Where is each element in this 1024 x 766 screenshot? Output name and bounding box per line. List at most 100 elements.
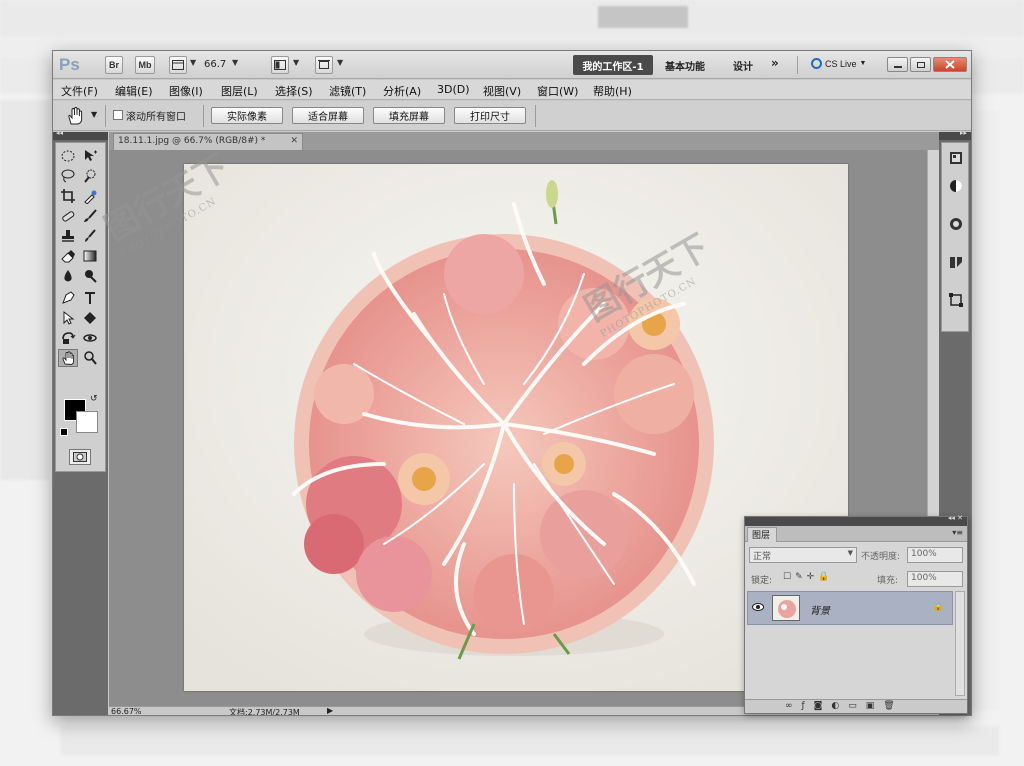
marquee-tool[interactable]	[58, 147, 78, 165]
crop-tool[interactable]	[58, 187, 78, 205]
navigator-panel-icon[interactable]	[947, 149, 965, 167]
zoom-level[interactable]: 66.7	[204, 59, 226, 70]
cs-live-icon	[811, 58, 822, 69]
chevron-down-icon[interactable]: ▼	[293, 58, 299, 67]
blur-icon	[64, 270, 72, 282]
menu-layer[interactable]: 图层(L)	[221, 83, 258, 99]
menu-image[interactable]: 图像(I)	[169, 83, 203, 99]
move-tool[interactable]	[80, 147, 100, 165]
masks-panel-icon[interactable]	[947, 215, 965, 233]
dodge-tool[interactable]	[80, 267, 100, 285]
workspace-active[interactable]: 我的工作区-1	[573, 55, 653, 75]
spot-healing-tool[interactable]	[58, 207, 78, 225]
quick-selection-tool[interactable]	[80, 167, 100, 185]
quick-mask-icon	[73, 452, 87, 462]
paths-panel-icon[interactable]	[947, 291, 965, 309]
status-zoom[interactable]: 66.67%	[111, 707, 142, 715]
tools-panel-header[interactable]: ◂◂	[53, 129, 108, 140]
chevron-down-icon[interactable]: ▼	[91, 110, 97, 119]
quick-selection-icon	[84, 169, 96, 183]
screen-mode-button[interactable]	[315, 56, 333, 74]
panel-menu-icon[interactable]: ▾≡	[952, 528, 963, 537]
blur-tool[interactable]	[58, 267, 78, 285]
path-selection-tool[interactable]	[58, 309, 78, 327]
background-color-swatch[interactable]	[76, 411, 98, 433]
fill-field[interactable]: 100%	[907, 571, 963, 587]
hand-icon	[62, 351, 75, 365]
pen-tool[interactable]	[58, 289, 78, 307]
arrange-documents-button[interactable]	[271, 56, 289, 74]
ghost-workspace	[598, 6, 688, 28]
type-tool[interactable]	[80, 289, 100, 307]
layer-name[interactable]: 背景	[810, 602, 830, 617]
3d-orbit-tool[interactable]	[80, 329, 100, 347]
channels-panel-icon[interactable]	[947, 253, 965, 271]
hand-tool[interactable]	[58, 349, 78, 367]
close-icon[interactable]: ✕	[290, 136, 298, 146]
hand-tool-icon[interactable]	[65, 106, 85, 126]
gradient-tool[interactable]	[80, 247, 100, 265]
adjustments-icon	[950, 180, 962, 192]
lasso-tool[interactable]	[58, 167, 78, 185]
menu-file[interactable]: 文件(F)	[61, 83, 98, 99]
menu-analysis[interactable]: 分析(A)	[383, 83, 421, 99]
menu-filter[interactable]: 滤镜(T)	[329, 83, 366, 99]
path-selection-icon	[63, 310, 75, 325]
document-tab[interactable]: 18.11.1.jpg @ 66.7% (RGB/8#) * ✕	[113, 133, 303, 150]
menu-view[interactable]: 视图(V)	[483, 83, 521, 99]
bridge-button[interactable]: Br	[105, 56, 123, 74]
close-button[interactable]	[933, 57, 967, 72]
layer-row[interactable]: 背景 🔒	[747, 591, 953, 625]
blend-mode-select[interactable]: 正常 ▼	[749, 547, 857, 563]
3d-rotate-tool[interactable]	[58, 329, 78, 347]
history-brush-tool[interactable]	[80, 227, 100, 245]
fit-screen-button[interactable]: 适合屏幕	[292, 107, 364, 124]
more-workspaces-icon[interactable]: »	[771, 56, 779, 70]
clone-stamp-tool[interactable]	[58, 227, 78, 245]
shape-tool[interactable]	[80, 309, 100, 327]
view-extras-button[interactable]	[169, 56, 187, 74]
lock-options-icons[interactable]: ☐✎✛🔒	[783, 572, 833, 582]
layers-scrollbar[interactable]	[955, 591, 965, 696]
chevron-down-icon[interactable]: ▼	[190, 58, 196, 67]
collapse-icon: ▸▸	[959, 129, 967, 137]
actual-pixels-button[interactable]: 实际像素	[211, 107, 283, 124]
menu-3d[interactable]: 3D(D)	[437, 83, 470, 96]
chevron-down-icon[interactable]: ▼	[232, 58, 238, 67]
lasso-icon	[61, 169, 75, 183]
layers-tab[interactable]: 图层	[747, 527, 777, 542]
workspace-design[interactable]: 设计	[733, 58, 753, 73]
visibility-eye-icon[interactable]	[752, 602, 764, 612]
ghost-titlebar	[0, 0, 1024, 36]
menu-select[interactable]: 选择(S)	[275, 83, 313, 99]
scroll-all-windows-label: 滚动所有窗口	[126, 112, 186, 123]
swap-colors-icon[interactable]: ↺	[90, 394, 98, 404]
eraser-tool[interactable]	[58, 247, 78, 265]
fill-screen-button[interactable]: 填充屏幕	[373, 107, 445, 124]
document-tabs: 18.11.1.jpg @ 66.7% (RGB/8#) * ✕	[109, 132, 939, 150]
quick-mask-button[interactable]	[69, 449, 91, 465]
shape-icon	[84, 312, 96, 324]
adjustments-panel-icon[interactable]	[947, 177, 965, 195]
eyedropper-tool[interactable]	[80, 187, 100, 205]
scroll-all-windows-checkbox[interactable]	[113, 110, 123, 120]
workspace-essentials[interactable]: 基本功能	[665, 58, 705, 73]
layer-actions-icons[interactable]: ∞ƒ◙◐▭▣🗑	[785, 701, 904, 711]
minimize-button[interactable]	[887, 57, 908, 72]
cs-live-button[interactable]: CS Live ▼	[811, 58, 866, 69]
default-colors-icon[interactable]	[60, 428, 68, 436]
menu-help[interactable]: 帮助(H)	[593, 83, 632, 99]
menu-window[interactable]: 窗口(W)	[537, 83, 578, 99]
layers-panel-header[interactable]: ◂◂ ✕	[745, 514, 967, 526]
opacity-field[interactable]: 100%	[907, 547, 963, 563]
zoom-tool[interactable]	[80, 349, 100, 367]
dock-header[interactable]: ▸▸	[939, 129, 971, 140]
menu-edit[interactable]: 编辑(E)	[115, 83, 153, 99]
separator	[797, 56, 798, 74]
print-size-button[interactable]: 打印尺寸	[454, 107, 526, 124]
restore-button[interactable]	[910, 57, 931, 72]
minibridge-button[interactable]: Mb	[135, 56, 155, 74]
brush-tool[interactable]	[80, 207, 100, 225]
status-menu-arrow-icon[interactable]: ▶	[327, 706, 333, 715]
chevron-down-icon[interactable]: ▼	[337, 58, 343, 67]
